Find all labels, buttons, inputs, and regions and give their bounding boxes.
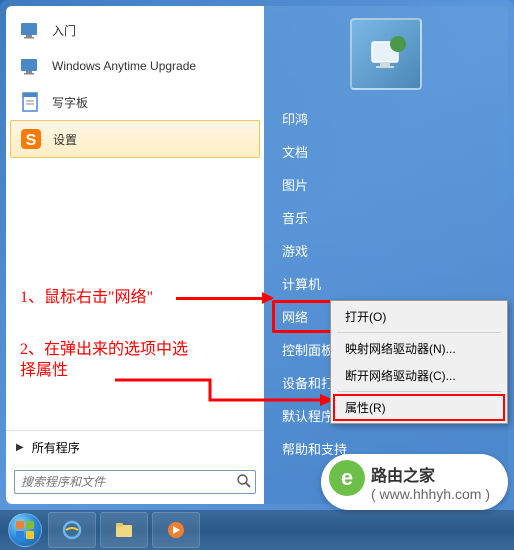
context-item-properties[interactable]: 属性(R) bbox=[333, 394, 505, 421]
arrow-right-icon: ▶ bbox=[16, 442, 24, 453]
context-item-disconnect-drive[interactable]: 断开网络驱动器(C)... bbox=[333, 362, 505, 389]
anytime-upgrade-icon bbox=[18, 54, 42, 78]
taskbar-ie-icon[interactable] bbox=[48, 512, 96, 548]
taskbar bbox=[0, 510, 514, 550]
annotation-step-1: 1、鼠标右击"网络" bbox=[20, 288, 153, 309]
side-item-games[interactable]: 游戏 bbox=[272, 234, 500, 267]
program-item-settings[interactable]: S 设置 bbox=[10, 120, 260, 158]
program-label: Windows Anytime Upgrade bbox=[52, 59, 196, 73]
context-menu-separator bbox=[337, 332, 501, 333]
side-item-user[interactable]: 印鸿 bbox=[272, 102, 500, 135]
settings-icon: S bbox=[19, 127, 43, 151]
watermark-title: 路由之家 bbox=[371, 462, 490, 486]
all-programs-label: 所有程序 bbox=[32, 439, 80, 456]
start-button[interactable] bbox=[4, 510, 46, 550]
getting-started-icon bbox=[18, 18, 42, 42]
start-menu-right-panel: 印鸿文档图片音乐游戏计算机网络控制面板设备和打印机默认程序帮助和支持 bbox=[264, 6, 508, 504]
context-menu: 打开(O) 映射网络驱动器(N)...断开网络驱动器(C)... 属性(R) bbox=[330, 300, 508, 424]
program-item-wordpad[interactable]: 写字板 bbox=[10, 84, 260, 120]
context-item-open[interactable]: 打开(O) bbox=[333, 303, 505, 330]
search-box bbox=[14, 470, 256, 494]
watermark-logo-icon: e bbox=[329, 460, 365, 496]
side-item-pictures[interactable]: 图片 bbox=[272, 168, 500, 201]
watermark: e 路由之家 ( www.hhhyh.com ) bbox=[321, 454, 508, 510]
program-label: 写字板 bbox=[52, 94, 88, 111]
program-item-getting-started[interactable]: 入门 bbox=[10, 12, 260, 48]
side-item-documents[interactable]: 文档 bbox=[272, 135, 500, 168]
start-menu-left-panel: 入门 Windows Anytime Upgrade 写字板 S 设置 ▶ 所有程序 bbox=[6, 6, 264, 504]
svg-text:S: S bbox=[26, 132, 37, 149]
context-item-map-drive[interactable]: 映射网络驱动器(N)... bbox=[333, 335, 505, 362]
annotation-step-2: 2、在弹出来的选项中选择属性 bbox=[20, 340, 200, 382]
search-input[interactable] bbox=[14, 470, 256, 494]
wordpad-icon bbox=[18, 90, 42, 114]
start-menu: 入门 Windows Anytime Upgrade 写字板 S 设置 ▶ 所有程序 印… bbox=[0, 0, 514, 510]
program-item-anytime-upgrade[interactable]: Windows Anytime Upgrade bbox=[10, 48, 260, 84]
all-programs-button[interactable]: ▶ 所有程序 bbox=[6, 430, 264, 464]
taskbar-explorer-icon[interactable] bbox=[100, 512, 148, 548]
program-label: 设置 bbox=[53, 131, 77, 148]
search-icon bbox=[236, 473, 252, 489]
side-item-music[interactable]: 音乐 bbox=[272, 201, 500, 234]
side-item-computer[interactable]: 计算机 bbox=[272, 267, 500, 300]
context-menu-separator bbox=[337, 391, 501, 392]
watermark-url: ( www.hhhyh.com ) bbox=[371, 486, 490, 502]
program-label: 入门 bbox=[52, 22, 76, 39]
taskbar-wmp-icon[interactable] bbox=[152, 512, 200, 548]
user-picture[interactable] bbox=[350, 18, 422, 90]
annotation-arrow-1 bbox=[176, 297, 272, 300]
